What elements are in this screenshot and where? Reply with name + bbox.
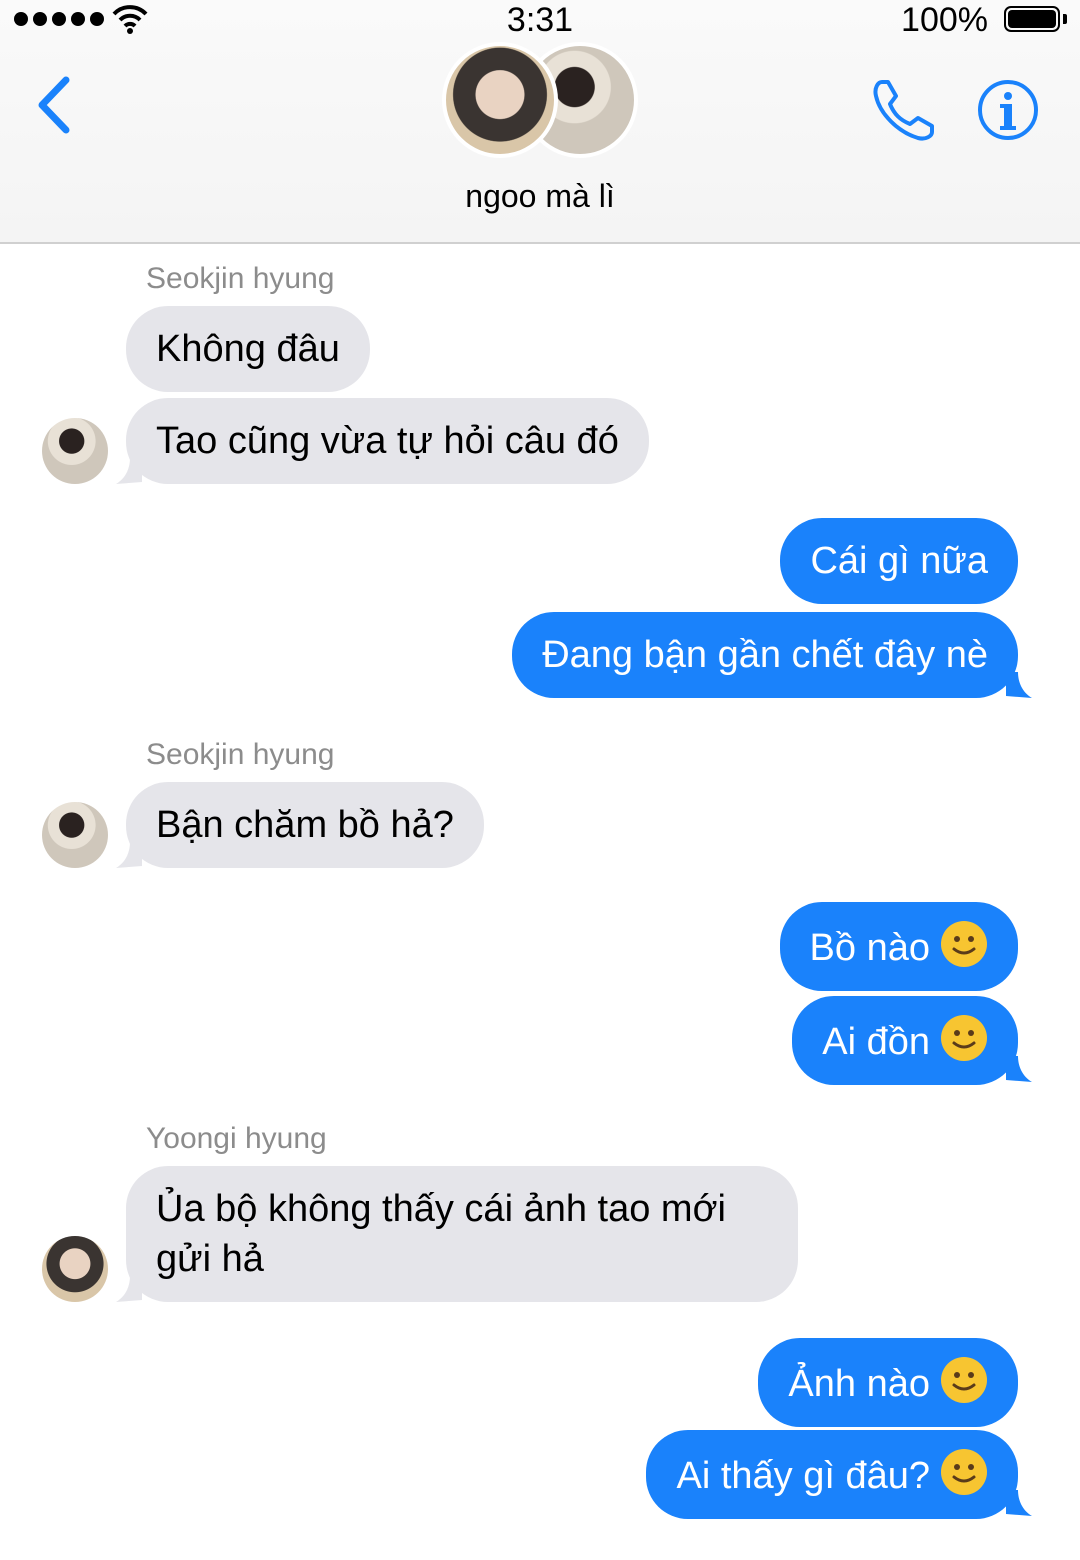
group-avatar[interactable]: [440, 42, 640, 158]
smiley-emoji-icon: [941, 1357, 987, 1403]
message-text: Ảnh nào: [788, 1363, 930, 1405]
status-bar: 3:31 100%: [0, 0, 1080, 44]
battery-percentage: 100%: [901, 1, 988, 39]
avatar-yoongi[interactable]: [42, 1236, 108, 1302]
incoming-message[interactable]: Bận chăm bồ hả?: [126, 782, 484, 868]
message-text: Bồ nào: [809, 927, 930, 969]
outgoing-message[interactable]: Đang bận gần chết đây nè: [512, 612, 1018, 698]
sender-label: Seokjin hyung: [146, 738, 335, 771]
smiley-emoji-icon: [941, 1449, 987, 1495]
incoming-message[interactable]: Tao cũng vừa tự hỏi câu đó: [126, 398, 649, 484]
battery-icon: [1004, 6, 1060, 32]
phone-icon: [873, 80, 934, 141]
avatar-seokjin[interactable]: [42, 802, 108, 868]
outgoing-message[interactable]: Ai thấy gì đâu?: [646, 1430, 1018, 1519]
outgoing-message[interactable]: Bồ nào: [779, 902, 1018, 991]
smiley-emoji-icon: [941, 1015, 987, 1061]
avatar-seokjin[interactable]: [42, 418, 108, 484]
outgoing-message[interactable]: Ảnh nào: [758, 1338, 1018, 1427]
incoming-message[interactable]: Không đâu: [126, 306, 370, 392]
bubble-tail: [116, 458, 142, 484]
sender-label: Yoongi hyung: [146, 1122, 327, 1155]
outgoing-message[interactable]: Ai đồn: [792, 996, 1018, 1085]
sender-label: Seokjin hyung: [146, 262, 335, 295]
battery-tip: [1063, 14, 1067, 24]
call-button[interactable]: [868, 74, 940, 146]
outgoing-message[interactable]: Cái gì nữa: [780, 518, 1018, 604]
info-icon: [978, 80, 1038, 140]
message-text: Ai thấy gì đâu?: [676, 1455, 930, 1497]
bubble-tail: [116, 842, 142, 868]
incoming-message[interactable]: Ủa bộ không thấy cái ảnh tao mới gửi hả: [126, 1166, 798, 1302]
avatar-yoongi: [442, 42, 558, 158]
bubble-tail: [1006, 1056, 1032, 1082]
smiley-emoji-icon: [941, 921, 987, 967]
bubble-tail: [1006, 672, 1032, 698]
message-text: Ai đồn: [822, 1021, 930, 1063]
group-name[interactable]: ngoo mà lì: [0, 178, 1080, 215]
back-button[interactable]: [30, 70, 90, 140]
bubble-tail: [1006, 1490, 1032, 1516]
bubble-tail: [116, 1276, 142, 1302]
info-button[interactable]: [976, 78, 1040, 142]
chevron-left-icon: [38, 76, 70, 134]
